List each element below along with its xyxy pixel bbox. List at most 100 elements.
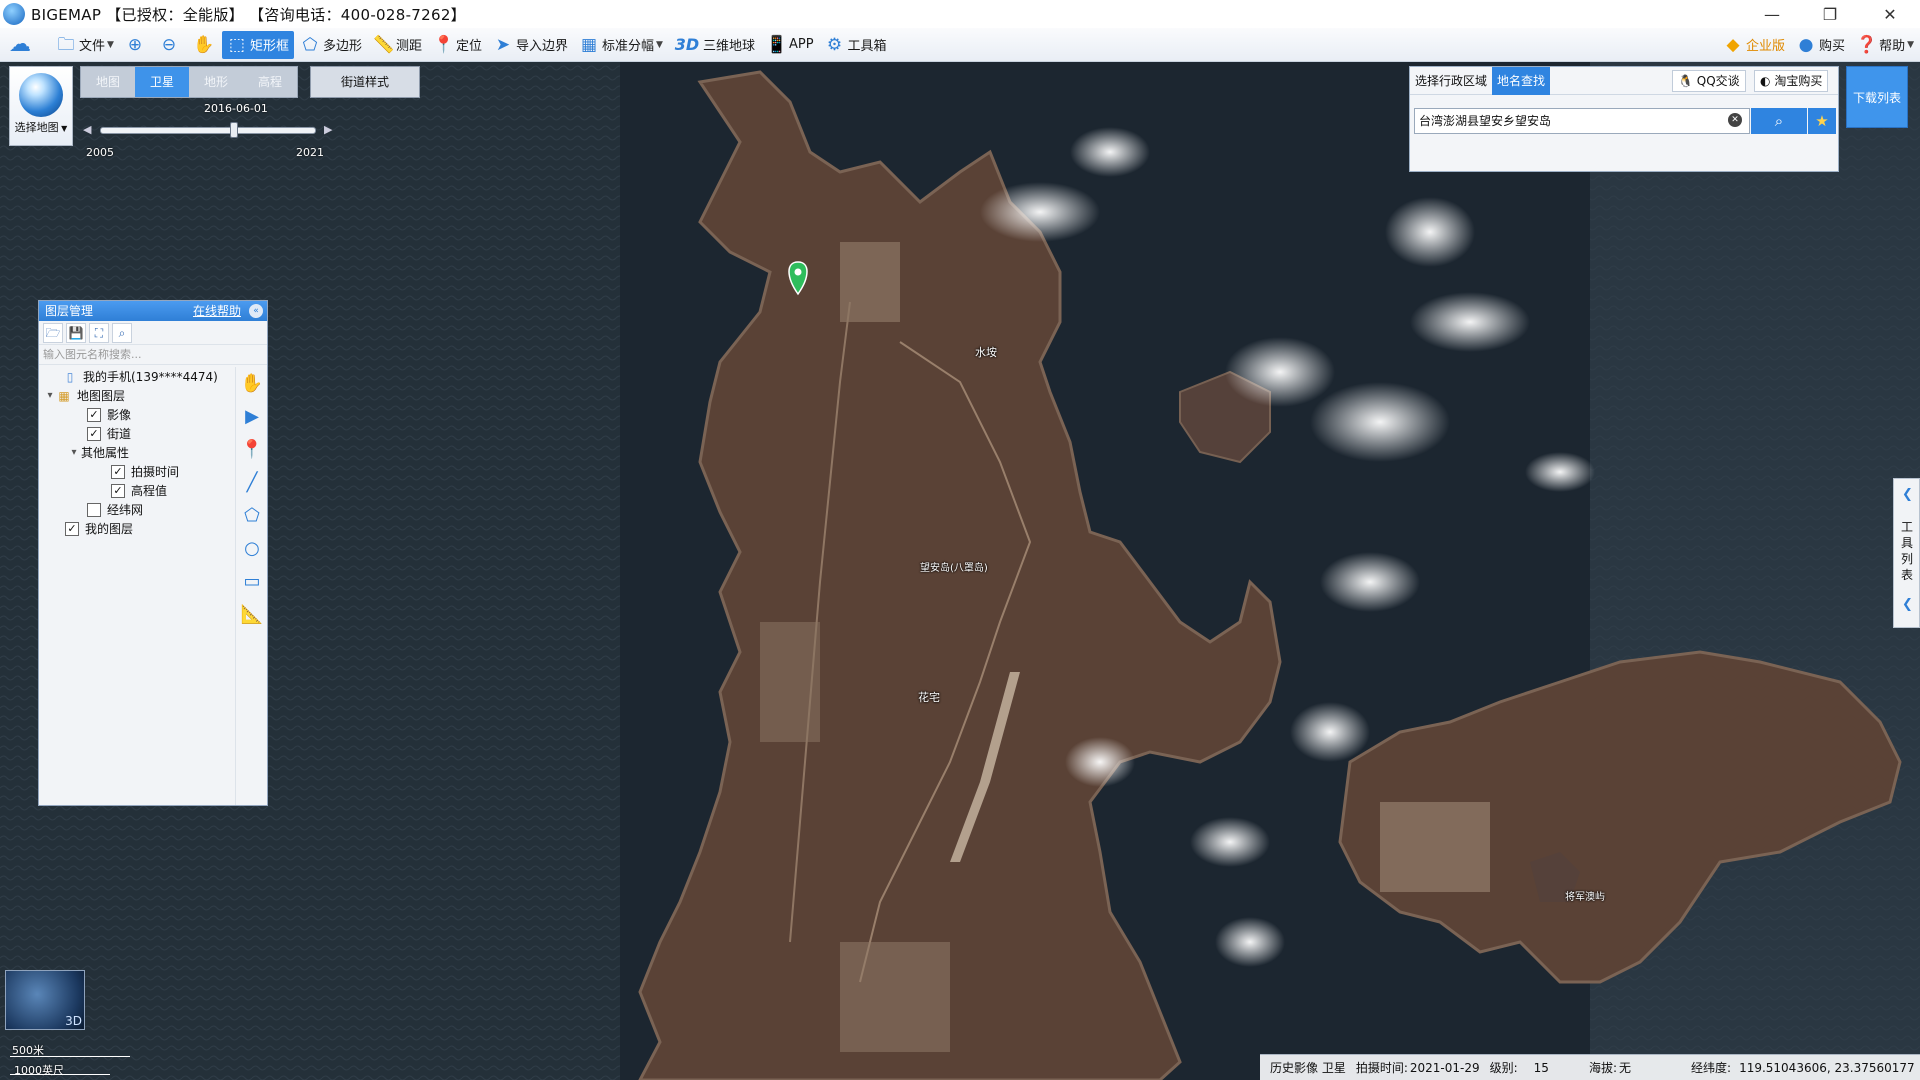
hand-icon[interactable]: ✋ [236,367,268,400]
collapse-icon[interactable]: « [249,304,263,318]
layer-item-street[interactable]: ✓ 街道 [39,424,235,443]
ruler-icon: 📏 [372,34,395,55]
qq-chat-button[interactable]: 🐧 QQ交谈 [1672,70,1746,92]
rectangle-icon[interactable]: ▭ [236,565,268,598]
grid-button[interactable]: ▦ 标准分幅 ▼ [574,31,668,59]
timeline-slider-handle[interactable] [229,122,238,138]
zoom-out-button[interactable]: ⊖ [154,31,187,59]
layer-manager-panel: 图层管理 在线帮助 « 🗁 💾 ⛶ ⌕ 输入图元名称搜索... ▯ 我的手机(13… [38,300,268,806]
mini-3d-globe[interactable]: 3D [5,970,85,1030]
tab-terrain[interactable]: 地形 [189,67,243,97]
globe-icon [19,73,63,117]
taobao-buy-button[interactable]: ◐ 淘宝购买 [1754,70,1829,92]
app-button[interactable]: 📱 APP [761,31,819,59]
scale-imperial: 1000英尺 [14,1064,64,1077]
app-menu-button[interactable]: ☁ [0,31,50,59]
save-icon[interactable]: 💾 [66,322,86,343]
map-selector-button[interactable]: 选择地图 ▼ [9,66,73,146]
checkbox[interactable]: ✓ [65,521,79,536]
open-folder-icon[interactable]: 🗁 [43,322,63,343]
circle-icon[interactable]: ○ [236,532,268,565]
line-icon[interactable]: ╱ [236,466,268,499]
layer-item-elevation[interactable]: ✓ 高程值 [39,481,235,500]
main-toolbar: ☁ 🗀 文件 ▼ ⊕ ⊖ ✋ ⬚ 矩形框 ⬠ 多边形 📏 测距 📍 定位 ➤ 导入边界 ▦ 标准… [0,28,1920,62]
scale-line-metric [10,1056,130,1057]
satellite-map[interactable]: 水垵 望安岛(八罩岛) 花宅 将军澳屿 [0,62,1920,1080]
map-label-wangan-island: 望安岛(八罩岛) [920,563,988,574]
download-list-button[interactable]: 下载列表 [1846,66,1908,128]
cloud-icon: ☁ [9,31,31,57]
layer-item-capture-time[interactable]: ✓ 拍摄时间 [39,462,235,481]
tab-admin-region[interactable]: 选择行政区域 [1410,67,1492,95]
layer-item-my-layers[interactable]: ✓ 我的图层 [39,519,235,538]
tab-place-search[interactable]: 地名查找 [1492,66,1551,95]
polygon-icon[interactable]: ⬠ [236,499,268,532]
clear-icon[interactable]: ✕ [1728,113,1742,127]
close-button[interactable]: ✕ [1862,0,1918,28]
chevron-down-icon[interactable]: ▾ [43,390,57,401]
chevron-down-icon[interactable]: ▾ [67,447,81,458]
tab-satellite[interactable]: 卫星 [135,67,189,97]
chevron-down-icon: ▼ [107,39,114,50]
street-style-button[interactable]: 街道样式 [310,66,420,98]
restore-button[interactable]: ❐ [1802,0,1858,28]
rect-select-button[interactable]: ⬚ 矩形框 [221,30,294,59]
layer-item-imagery[interactable]: ✓ 影像 [39,405,235,424]
flag-icon[interactable]: ▶ [236,400,268,433]
tab-elevation[interactable]: 高程 [243,67,297,97]
chevron-down-icon: ▼ [1907,39,1914,50]
file-menu-button[interactable]: 🗀 文件 ▼ [51,31,119,59]
polygon-button[interactable]: ⬠ 多边形 [295,31,367,59]
checkbox[interactable]: ✓ [87,426,101,441]
layer-item-other-attributes[interactable]: ▾ 其他属性 [39,443,235,462]
tool-list-sidebar[interactable]: ❮ 工具列表 ❮ [1893,478,1920,628]
zoom-in-button[interactable]: ⊕ [120,31,153,59]
place-search-input[interactable]: 台湾澎湖县望安乡望安岛 [1414,108,1750,134]
layer-label: 其他属性 [81,446,130,460]
timeline-track[interactable] [100,127,316,134]
location-pin-icon[interactable]: 📍 [236,433,268,466]
checkbox[interactable] [87,502,101,517]
qq-label: QQ交谈 [1696,74,1740,88]
toolbox-button[interactable]: ⚙ 工具箱 [820,31,892,59]
ruler-icon[interactable]: 📐 [236,598,268,631]
expand-icon[interactable]: ⛶ [89,322,109,343]
rect-label: 矩形框 [249,39,289,54]
measure-label: 测距 [395,39,422,54]
chevron-left-icon[interactable]: ❮ [1894,487,1920,502]
history-timeline: 2016-06-01 ◀ ▶ 2005 2021 [80,100,340,160]
3d-icon: 3D [674,34,700,54]
buy-button[interactable]: ● 购买 [1791,31,1850,59]
pan-button[interactable]: ✋ [188,31,221,59]
status-imagery: 历史影像 卫星 [1270,1061,1346,1075]
online-help-link[interactable]: 在线帮助 [193,301,241,321]
search-button[interactable]: ⌕ [1751,108,1807,134]
layer-item-phone[interactable]: ▯ 我的手机(139****4474) [39,367,235,386]
import-boundary-button[interactable]: ➤ 导入边界 [488,31,573,59]
favorite-button[interactable]: ★ [1808,108,1836,134]
locate-button[interactable]: 📍 定位 [428,31,487,59]
layer-search-input[interactable]: 输入图元名称搜索... [39,345,267,365]
help-button[interactable]: ❓ 帮助 ▼ [1851,31,1919,59]
timeline-next-icon[interactable]: ▶ [324,123,332,136]
checkbox[interactable]: ✓ [87,407,101,422]
zoom-out-icon: ⊖ [161,34,177,55]
chevron-left-icon[interactable]: ❮ [1894,597,1920,612]
checkbox[interactable]: ✓ [111,483,125,498]
layer-item-map-layers[interactable]: ▾ ▦ 地图图层 [39,386,235,405]
minimize-button[interactable]: — [1744,0,1800,28]
status-capture-label: 拍摄时间: [1355,1061,1408,1075]
timeline-prev-icon[interactable]: ◀ [83,123,91,136]
status-altitude: 无 [1619,1061,1632,1075]
layer-item-graticule[interactable]: 经纬网 [39,500,235,519]
enterprise-button[interactable]: ◆ 企业版 [1718,31,1790,59]
checkbox[interactable]: ✓ [111,464,125,479]
status-capture-date: 2021-01-29 [1409,1060,1480,1075]
search-icon[interactable]: ⌕ [112,322,132,343]
layer-manager-title: 图层管理 [45,304,94,318]
tab-map[interactable]: 地图 [81,67,135,97]
map-type-tabs: 地图 卫星 地形 高程 [80,66,298,98]
scale-bar: 500米 1000英尺 [8,1040,132,1077]
earth-3d-button[interactable]: 3D 三维地球 [669,31,760,59]
measure-button[interactable]: 📏 测距 [368,31,427,59]
